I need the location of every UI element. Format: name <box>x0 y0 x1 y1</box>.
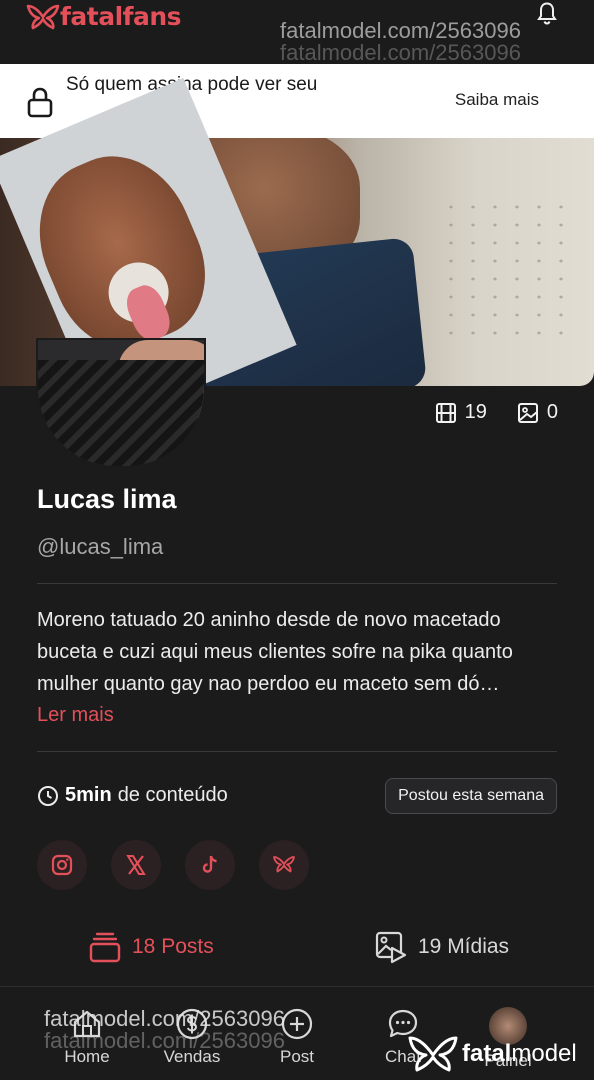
clock-icon <box>38 785 58 806</box>
profile-handle: @lucas_lima <box>37 534 164 559</box>
divider <box>37 751 557 752</box>
film-icon <box>435 402 456 423</box>
profile-bio: Moreno tatuado 20 aninho desde de novo m… <box>37 609 513 695</box>
tab-posts-label: 18 Posts <box>132 935 214 958</box>
watermark-bottom: fatalmodel.com/2563096 fatalmodel.com/25… <box>44 1008 285 1052</box>
tab-posts[interactable]: 18 Posts <box>88 930 214 964</box>
lock-icon <box>27 87 53 118</box>
social-links <box>37 840 309 890</box>
profile-name: Lucas lima <box>37 484 177 514</box>
divider <box>37 583 557 584</box>
stack-icon <box>89 932 121 963</box>
app-header: fatalfans fatalmodel.com/2563096 fatalmo… <box>0 0 594 64</box>
fatalmodel-watermark-logo: fatalmodel <box>408 1036 577 1072</box>
watermark-ghost-text: fatalmodel.com/2563096 <box>280 40 521 65</box>
logo-text: fatalfans <box>60 2 182 31</box>
fatal-icon[interactable] <box>259 840 309 890</box>
posted-this-week-badge: Postou esta semana <box>385 778 557 814</box>
plus-circle-icon <box>281 1008 313 1040</box>
watermark-logo-suffix: model <box>511 1040 577 1067</box>
content-duration: 5min de conteúdo <box>37 784 228 807</box>
profile-avatar[interactable] <box>36 338 206 468</box>
video-count: 19 <box>464 401 487 423</box>
watermark-top: fatalmodel.com/2563096 fatalmodel.com/25… <box>280 20 521 64</box>
cover-image-detail <box>440 198 570 348</box>
media-counts: 19 0 <box>435 401 558 424</box>
image-count: 0 <box>546 401 558 423</box>
tab-media[interactable]: 19 Mídias <box>374 930 509 964</box>
content-tabs: 18 Posts 19 Mídias <box>0 930 594 986</box>
image-icon <box>517 402 538 423</box>
watermark-ghost-text: fatalmodel.com/2563096 <box>44 1028 285 1053</box>
watermark-logo-prefix: fatal <box>462 1040 512 1067</box>
read-more-link[interactable]: Ler mais <box>37 704 114 727</box>
lock-banner-text: Só quem assina pode ver seu <box>66 74 318 95</box>
butterfly-logo-icon <box>26 4 60 29</box>
tab-media-label: 19 Mídias <box>418 935 510 958</box>
duration-value: 5min <box>65 784 112 806</box>
media-icon <box>375 931 407 964</box>
bell-icon[interactable] <box>534 0 560 26</box>
instagram-icon[interactable] <box>37 840 87 890</box>
saiba-mais-link[interactable]: Saiba mais <box>455 90 539 110</box>
avatar-image-detail <box>38 360 204 466</box>
duration-label: de conteúdo <box>117 784 228 806</box>
fatalfans-logo[interactable]: fatalfans <box>26 2 182 31</box>
tiktok-icon[interactable] <box>185 840 235 890</box>
butterfly-watermark-icon <box>408 1036 458 1072</box>
nav-post-label: Post <box>279 1047 315 1066</box>
x-icon[interactable] <box>111 840 161 890</box>
